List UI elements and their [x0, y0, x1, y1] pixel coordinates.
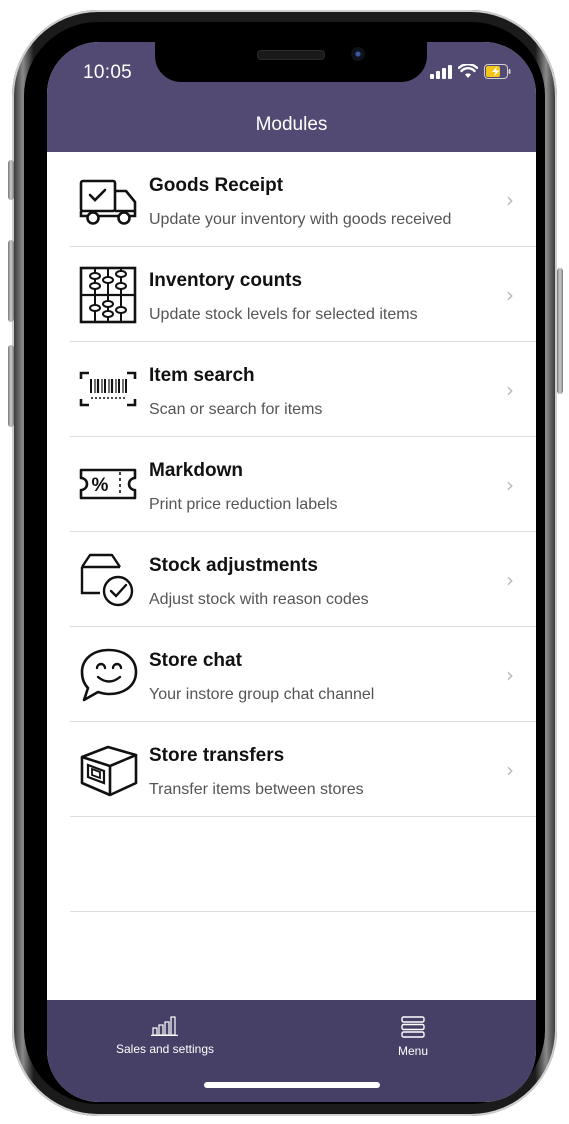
- signal-icon: [430, 65, 452, 79]
- module-subtitle: Transfer items between stores: [149, 781, 364, 798]
- module-subtitle: Print price reduction labels: [149, 496, 338, 513]
- module-row-item-search[interactable]: Item search Scan or search for items ›: [70, 342, 536, 437]
- chevron-right-icon: ›: [506, 663, 514, 687]
- status-icons: [430, 64, 512, 79]
- header-bar: 10:05 Modules: [47, 42, 536, 152]
- package-box-icon: [80, 745, 138, 797]
- speaker-grille: [257, 50, 325, 60]
- module-subtitle: Update stock levels for selected items: [149, 306, 418, 323]
- module-title: Stock adjustments: [149, 555, 318, 576]
- tab-label: Menu: [397, 1044, 429, 1058]
- tab-label: Sales and settings: [115, 1042, 215, 1056]
- chevron-right-icon: ›: [506, 378, 514, 402]
- module-row-inventory-counts[interactable]: Inventory counts Update stock levels for…: [70, 247, 536, 342]
- chevron-right-icon: ›: [506, 188, 514, 212]
- module-row-stock-adjustments[interactable]: Stock adjustments Adjust stock with reas…: [70, 532, 536, 627]
- module-title: Store transfers: [149, 745, 285, 766]
- module-list: Goods Receipt Update your inventory with…: [70, 152, 536, 912]
- svg-text:%: %: [92, 475, 109, 496]
- battery-charging-icon: [484, 64, 511, 79]
- box-check-icon: [80, 553, 134, 607]
- volume-down-button: [8, 345, 14, 427]
- module-row-goods-receipt[interactable]: Goods Receipt Update your inventory with…: [70, 152, 536, 247]
- tab-sales-and-settings[interactable]: Sales and settings: [105, 1016, 225, 1056]
- empty-list-row: [70, 817, 536, 912]
- barcode-scan-icon: [79, 371, 137, 407]
- module-subtitle: Update your inventory with goods receive…: [149, 211, 452, 228]
- wifi-icon: [458, 64, 478, 78]
- menu-icon: [401, 1016, 425, 1038]
- module-title: Store chat: [149, 650, 242, 671]
- smiley-chat-icon: [80, 648, 138, 702]
- mute-switch: [8, 160, 14, 200]
- abacus-icon: [79, 266, 137, 324]
- home-indicator[interactable]: [204, 1082, 380, 1088]
- module-subtitle: Scan or search for items: [149, 401, 323, 418]
- app-screen: 10:05 Modules Goods Receipt Update your …: [47, 42, 536, 1102]
- volume-up-button: [8, 240, 14, 322]
- module-subtitle: Adjust stock with reason codes: [149, 591, 369, 608]
- delivery-truck-icon: [79, 179, 137, 225]
- module-row-markdown[interactable]: % Markdown Print price reduction labels …: [70, 437, 536, 532]
- status-time: 10:05: [83, 62, 133, 83]
- bar-chart-icon: [151, 1016, 178, 1036]
- module-subtitle: Your instore group chat channel: [149, 686, 375, 703]
- module-title: Item search: [149, 365, 255, 386]
- page-title: Modules: [255, 114, 328, 135]
- chevron-right-icon: ›: [506, 473, 514, 497]
- module-title: Inventory counts: [149, 270, 303, 291]
- chevron-right-icon: ›: [506, 758, 514, 782]
- percent-ticket-icon: %: [79, 468, 137, 500]
- module-row-store-chat[interactable]: Store chat Your instore group chat chann…: [70, 627, 536, 722]
- power-button: [557, 268, 563, 394]
- chevron-right-icon: ›: [506, 568, 514, 592]
- module-title: Markdown: [149, 460, 243, 481]
- module-row-store-transfers[interactable]: Store transfers Transfer items between s…: [70, 722, 536, 817]
- front-camera: [351, 47, 365, 61]
- chevron-right-icon: ›: [506, 283, 514, 307]
- tab-menu[interactable]: Menu: [373, 1016, 453, 1058]
- device-notch: [155, 42, 427, 82]
- module-title: Goods Receipt: [149, 175, 284, 196]
